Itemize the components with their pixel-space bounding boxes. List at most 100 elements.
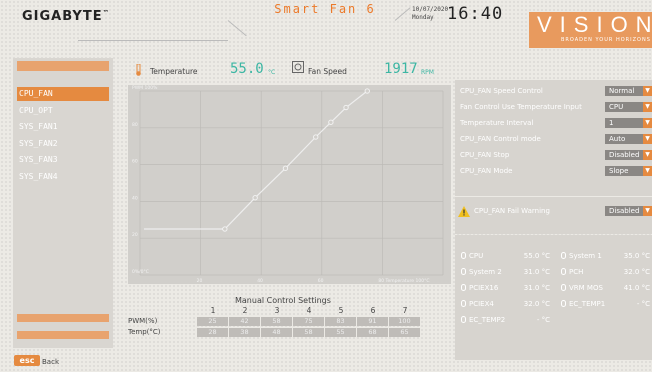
brand-logo: GIGABYTE™	[22, 9, 110, 24]
chevron-down-icon: ▼	[643, 118, 652, 128]
temp-value-cell[interactable]: 58	[293, 328, 324, 337]
setting-label: Fan Control Use Temperature Input	[460, 103, 582, 111]
fan-curve-line	[144, 90, 368, 230]
setting-dropdown[interactable]: Slope ▼	[605, 166, 652, 176]
y-tick-label: 60	[132, 159, 138, 165]
point-index: 3	[274, 306, 280, 315]
chevron-down-icon: ▼	[643, 102, 652, 112]
temp-sensor-value: 32.0 °C	[623, 268, 650, 276]
setting-dropdown[interactable]: Disabled ▼	[605, 150, 652, 160]
pwm-value-cell[interactable]: 75	[293, 317, 324, 326]
thermometer-icon	[561, 300, 566, 307]
temp-row-label: Temp(°C)	[128, 328, 161, 336]
thermometer-icon	[461, 316, 466, 323]
chevron-down-icon: ▼	[643, 150, 652, 160]
pwm-value-cell[interactable]: 83	[325, 317, 356, 326]
temp-sensor-name: PCIEX16	[461, 284, 498, 292]
temp-sensor-value: 55.0 °C	[523, 252, 550, 260]
vision-banner: VISION BROADEN YOUR HORIZONS	[529, 12, 652, 48]
temp-value-cell[interactable]: 48	[261, 328, 292, 337]
fan-item-sys-fan4[interactable]: SYS_FAN4	[17, 170, 109, 184]
setting-dropdown[interactable]: 1 ▼	[605, 118, 652, 128]
curve-control-point[interactable]	[282, 165, 289, 171]
left-action-button-1[interactable]	[17, 314, 109, 322]
temp-sensor-name: EC_TEMP1	[561, 300, 605, 308]
fan-item-sys-fan2[interactable]: SYS_FAN2	[17, 137, 109, 151]
fan-item-cpu-fan[interactable]: CPU_FAN	[17, 87, 109, 101]
setting-dropdown[interactable]: CPU ▼	[605, 102, 652, 112]
temp-sensor-value: 32.0 °C	[523, 300, 550, 308]
setting-label: CPU_FAN Control mode	[460, 135, 541, 143]
curve-control-point[interactable]	[343, 104, 349, 111]
fan-fail-warning-dropdown[interactable]: Disabled ▼	[605, 206, 652, 216]
manual-settings-title: Manual Control Settings	[235, 296, 331, 305]
temp-sensor-name: VRM MOS	[561, 284, 603, 292]
fan-curve-svg[interactable]: PWM 100% 80 60 40 20 0%/0°C 20 40 60 80 Temperatu…	[128, 85, 451, 284]
temperature-monitor-panel	[455, 235, 652, 360]
fan-curve-chart[interactable]: PWM 100% 80 60 40 20 0%/0°C 20 40 60 80 Temperatu…	[128, 85, 451, 284]
temp-sensor-value: 31.0 °C	[523, 284, 550, 292]
setting-label: CPU_FAN Stop	[460, 151, 510, 159]
setting-dropdown[interactable]: Normal ▼	[605, 86, 652, 96]
header-divider	[227, 20, 247, 37]
header-divider	[78, 40, 228, 41]
point-index: 2	[242, 306, 248, 315]
pwm-value-cell[interactable]: 25	[197, 317, 228, 326]
fan-item-cpu-opt[interactable]: CPU_OPT	[17, 104, 109, 118]
x-tick-label: 20	[197, 278, 203, 284]
x-tick-label: 40	[257, 278, 263, 284]
temperature-value: 55.0	[230, 61, 264, 77]
temp-value-cell[interactable]: 65	[389, 328, 420, 337]
pwm-row-label: PWM(%)	[128, 317, 158, 325]
chevron-down-icon: ▼	[643, 86, 652, 96]
page-title: Smart Fan 6	[274, 2, 376, 16]
x-tick-label: 80 Temperature 100°C	[378, 278, 429, 284]
curve-control-point[interactable]	[252, 195, 258, 201]
curve-control-point[interactable]	[364, 88, 370, 94]
curve-control-point[interactable]	[328, 119, 334, 125]
pwm-value-cell[interactable]: 91	[357, 317, 388, 326]
temp-sensor-value: - °C	[636, 300, 650, 308]
point-index: 7	[402, 306, 408, 315]
curve-control-point[interactable]	[313, 134, 319, 140]
fan-icon	[292, 61, 304, 73]
esc-key[interactable]: esc	[14, 355, 40, 366]
warning-icon	[458, 206, 470, 217]
temp-sensor-name: CPU	[461, 252, 483, 260]
y-tick-label: 40	[132, 195, 138, 201]
date-display: 10/07/2020 Monday	[412, 6, 449, 21]
y-tick-label: PWM 100%	[132, 85, 158, 91]
temp-sensor-value: 35.0 °C	[623, 252, 650, 260]
y-tick-label: 80	[132, 122, 138, 128]
fan-speed-unit: RPM	[421, 69, 434, 76]
point-index: 5	[338, 306, 344, 315]
temp-sensor-name: PCH	[561, 268, 583, 276]
pwm-value-cell[interactable]: 100	[389, 317, 420, 326]
clock: 16:40	[447, 4, 504, 24]
thermometer-icon	[461, 268, 466, 275]
setting-dropdown[interactable]: Auto ▼	[605, 134, 652, 144]
temp-sensor-name: System 1	[561, 252, 602, 260]
header: GIGABYTE™ Smart Fan 6 10/07/2020 Monday 1…	[0, 0, 652, 50]
pwm-value-cell[interactable]: 42	[229, 317, 260, 326]
temp-value-cell[interactable]: 28	[197, 328, 228, 337]
fan-item-sys-fan3[interactable]: SYS_FAN3	[17, 153, 109, 167]
fan-speed-value: 1917	[384, 61, 418, 77]
point-index: 1	[210, 306, 216, 315]
point-index: 6	[370, 306, 376, 315]
setting-label: Temperature Interval	[460, 119, 534, 127]
temp-sensor-name: PCIEX4	[461, 300, 494, 308]
fan-speed-label: Fan Speed	[308, 67, 347, 76]
temp-value-cell[interactable]: 38	[229, 328, 260, 337]
pwm-value-cell[interactable]: 58	[261, 317, 292, 326]
y-tick-label: 20	[132, 232, 138, 238]
thermometer-icon	[136, 64, 141, 76]
curve-control-point[interactable]	[222, 226, 228, 232]
temp-value-cell[interactable]: 68	[357, 328, 388, 337]
temp-value-cell[interactable]: 55	[325, 328, 356, 337]
graph-header: Temperature 55.0 °C Fan Speed 1917 RPM	[126, 58, 452, 78]
fan-list-panel	[13, 58, 113, 348]
fan-item-sys-fan1[interactable]: SYS_FAN1	[17, 120, 109, 134]
temp-sensor-value: 41.0 °C	[623, 284, 650, 292]
left-action-button-2[interactable]	[17, 331, 109, 339]
